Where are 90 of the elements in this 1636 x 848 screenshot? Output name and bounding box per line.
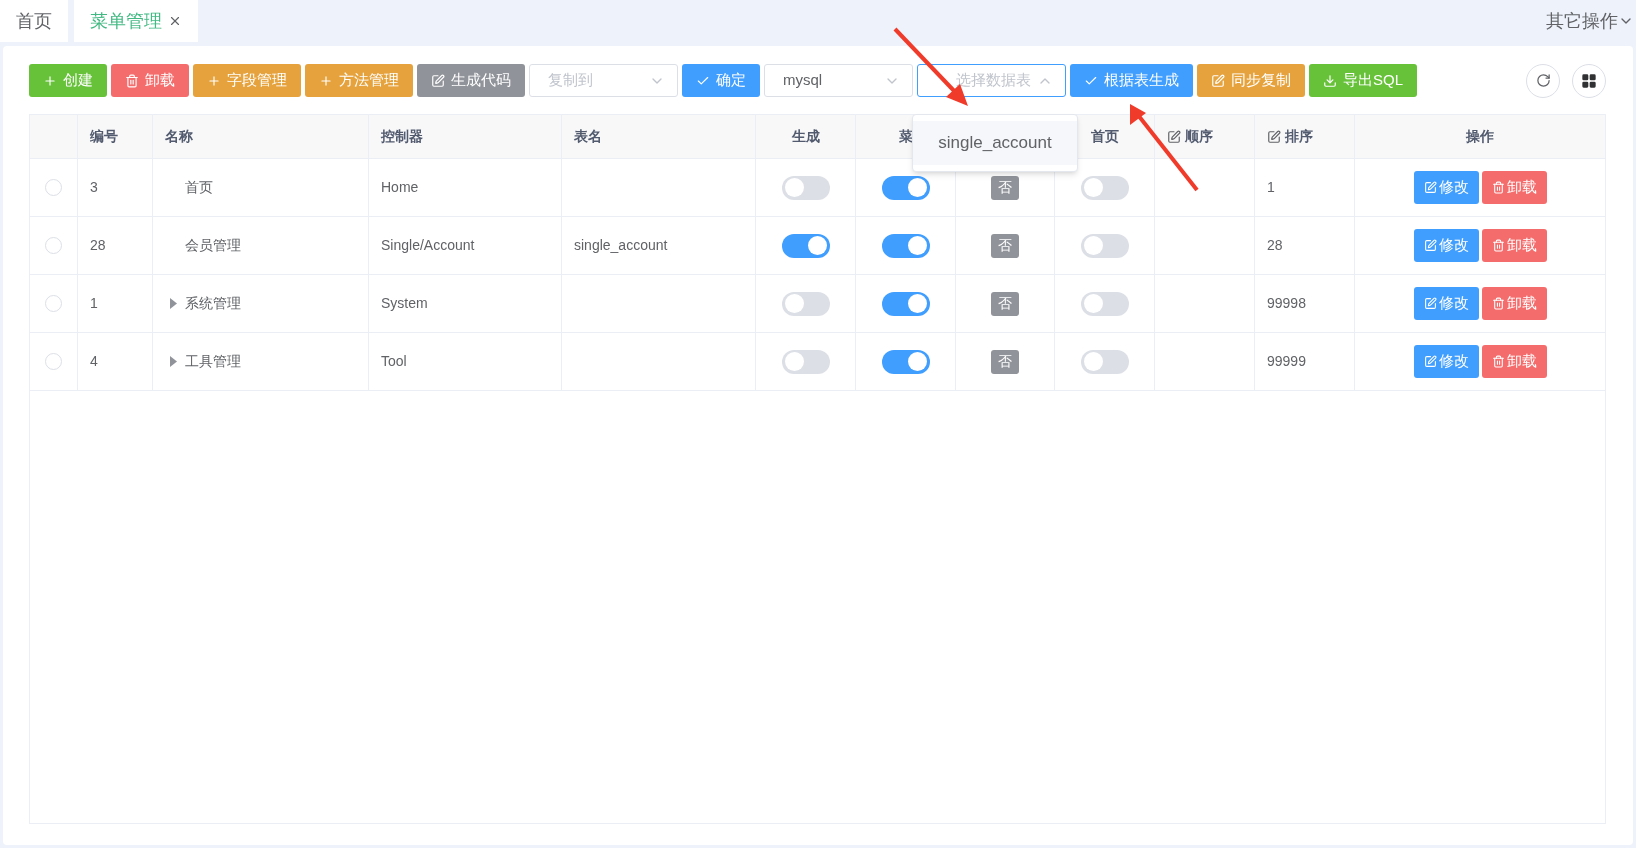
table-cell-text: 99999 bbox=[1267, 352, 1306, 371]
column-header: 排序 bbox=[1285, 127, 1313, 146]
status-tag: 否 bbox=[991, 291, 1019, 316]
table-cell-text: 1 bbox=[90, 294, 98, 313]
toolbar-button[interactable]: 确定 bbox=[682, 64, 760, 97]
download-icon bbox=[1323, 73, 1337, 88]
close-icon[interactable] bbox=[168, 14, 182, 28]
column-header: 名称 bbox=[165, 127, 193, 146]
edit-button[interactable]: 修改 bbox=[1413, 171, 1479, 204]
select-field[interactable]: 选择数据表 bbox=[917, 64, 1066, 97]
toolbar-button[interactable]: 创建 bbox=[29, 64, 107, 97]
toolbar-button[interactable]: 字段管理 bbox=[193, 64, 301, 97]
expand-icon[interactable] bbox=[169, 298, 177, 309]
column-header: 表名 bbox=[574, 127, 602, 146]
delete-button[interactable]: 卸载 bbox=[1481, 229, 1547, 262]
table-cell-text: 28 bbox=[1267, 236, 1283, 255]
toggle-switch[interactable] bbox=[781, 349, 830, 374]
toggle-switch[interactable] bbox=[1080, 233, 1129, 258]
table-cell-text: 4 bbox=[90, 352, 98, 371]
toggle-switch[interactable] bbox=[881, 175, 930, 200]
table-cell-text: 28 bbox=[90, 236, 106, 255]
table-cell-text: 工具管理 bbox=[185, 352, 241, 371]
status-tag: 否 bbox=[991, 175, 1019, 200]
refresh-icon bbox=[1535, 73, 1551, 88]
edit-button[interactable]: 修改 bbox=[1413, 287, 1479, 320]
plus-icon bbox=[207, 73, 221, 88]
page-tab[interactable]: 首页 bbox=[0, 0, 68, 42]
column-header: 顺序 bbox=[1185, 127, 1213, 146]
toggle-switch[interactable] bbox=[1080, 175, 1129, 200]
toggle-switch[interactable] bbox=[781, 291, 830, 316]
status-tag: 否 bbox=[991, 349, 1019, 374]
toggle-switch[interactable] bbox=[881, 349, 930, 374]
toggle-switch[interactable] bbox=[1080, 349, 1129, 374]
trash-icon bbox=[1491, 297, 1505, 310]
toggle-switch[interactable] bbox=[881, 233, 930, 258]
dropdown-option[interactable]: single_account bbox=[913, 121, 1077, 165]
edit-button[interactable]: 修改 bbox=[1413, 229, 1479, 262]
trash-icon bbox=[1491, 239, 1505, 252]
delete-button[interactable]: 卸载 bbox=[1481, 287, 1547, 320]
plus-icon bbox=[319, 73, 333, 88]
status-tag: 否 bbox=[991, 233, 1019, 258]
trash-icon bbox=[1491, 181, 1505, 194]
column-header: 控制器 bbox=[381, 127, 423, 146]
plus-icon bbox=[43, 73, 57, 88]
toolbar-button[interactable]: 生成代码 bbox=[417, 64, 525, 97]
toolbar-button[interactable]: 根据表生成 bbox=[1070, 64, 1193, 97]
edit-icon bbox=[1211, 73, 1225, 88]
edit-icon bbox=[1423, 355, 1437, 368]
edit-button[interactable]: 修改 bbox=[1413, 345, 1479, 378]
toolbar-button[interactable]: 方法管理 bbox=[305, 64, 413, 97]
trash-icon bbox=[125, 73, 139, 88]
select-field[interactable]: mysql bbox=[764, 64, 913, 97]
edit-icon bbox=[1423, 181, 1437, 194]
grid-icon bbox=[1581, 72, 1597, 89]
toggle-switch[interactable] bbox=[881, 291, 930, 316]
trash-icon bbox=[1491, 355, 1505, 368]
column-header: 生成 bbox=[791, 127, 820, 146]
delete-button[interactable]: 卸载 bbox=[1481, 345, 1547, 378]
toolbar-button[interactable]: 同步复制 bbox=[1197, 64, 1305, 97]
select-value: mysql bbox=[783, 70, 823, 91]
select-placeholder: 选择数据表 bbox=[956, 70, 1031, 91]
table-cell-text: 会员管理 bbox=[185, 236, 241, 255]
table-cell-text: 首页 bbox=[185, 178, 213, 197]
toggle-switch[interactable] bbox=[1080, 291, 1129, 316]
toggle-switch[interactable] bbox=[781, 175, 830, 200]
select-placeholder: 复制到 bbox=[548, 70, 593, 91]
column-header: 编号 bbox=[90, 127, 118, 146]
toolbar-button[interactable]: 导出SQL bbox=[1309, 64, 1417, 97]
table-cell-text: 3 bbox=[90, 178, 98, 197]
column-header: 菜 bbox=[898, 127, 913, 146]
edit-icon bbox=[431, 73, 445, 88]
page-tab[interactable]: 菜单管理 bbox=[74, 0, 198, 42]
toolbar-button[interactable]: 卸载 bbox=[111, 64, 189, 97]
table-cell-text: Home bbox=[381, 178, 419, 197]
table-cell-text: Single/Account bbox=[381, 236, 475, 255]
select-field[interactable]: 复制到 bbox=[529, 64, 678, 97]
delete-button[interactable]: 卸载 bbox=[1481, 171, 1547, 204]
edit-icon bbox=[1423, 239, 1437, 252]
table-cell-text: 1 bbox=[1267, 178, 1275, 197]
column-header: 首页 bbox=[1090, 127, 1119, 146]
table-cell-text: Tool bbox=[381, 352, 407, 371]
edit-icon bbox=[1423, 297, 1437, 310]
table-cell-text: 系统管理 bbox=[185, 294, 241, 313]
table-cell-text: single_account bbox=[574, 236, 668, 255]
other-actions-menu[interactable]: 其它操作 bbox=[1546, 0, 1636, 42]
expand-icon[interactable] bbox=[169, 356, 177, 367]
toggle-switch[interactable] bbox=[781, 233, 830, 258]
table-cell-text: System bbox=[381, 294, 428, 313]
column-header: 操作 bbox=[1466, 127, 1494, 146]
table-cell-text: 99998 bbox=[1267, 294, 1306, 313]
